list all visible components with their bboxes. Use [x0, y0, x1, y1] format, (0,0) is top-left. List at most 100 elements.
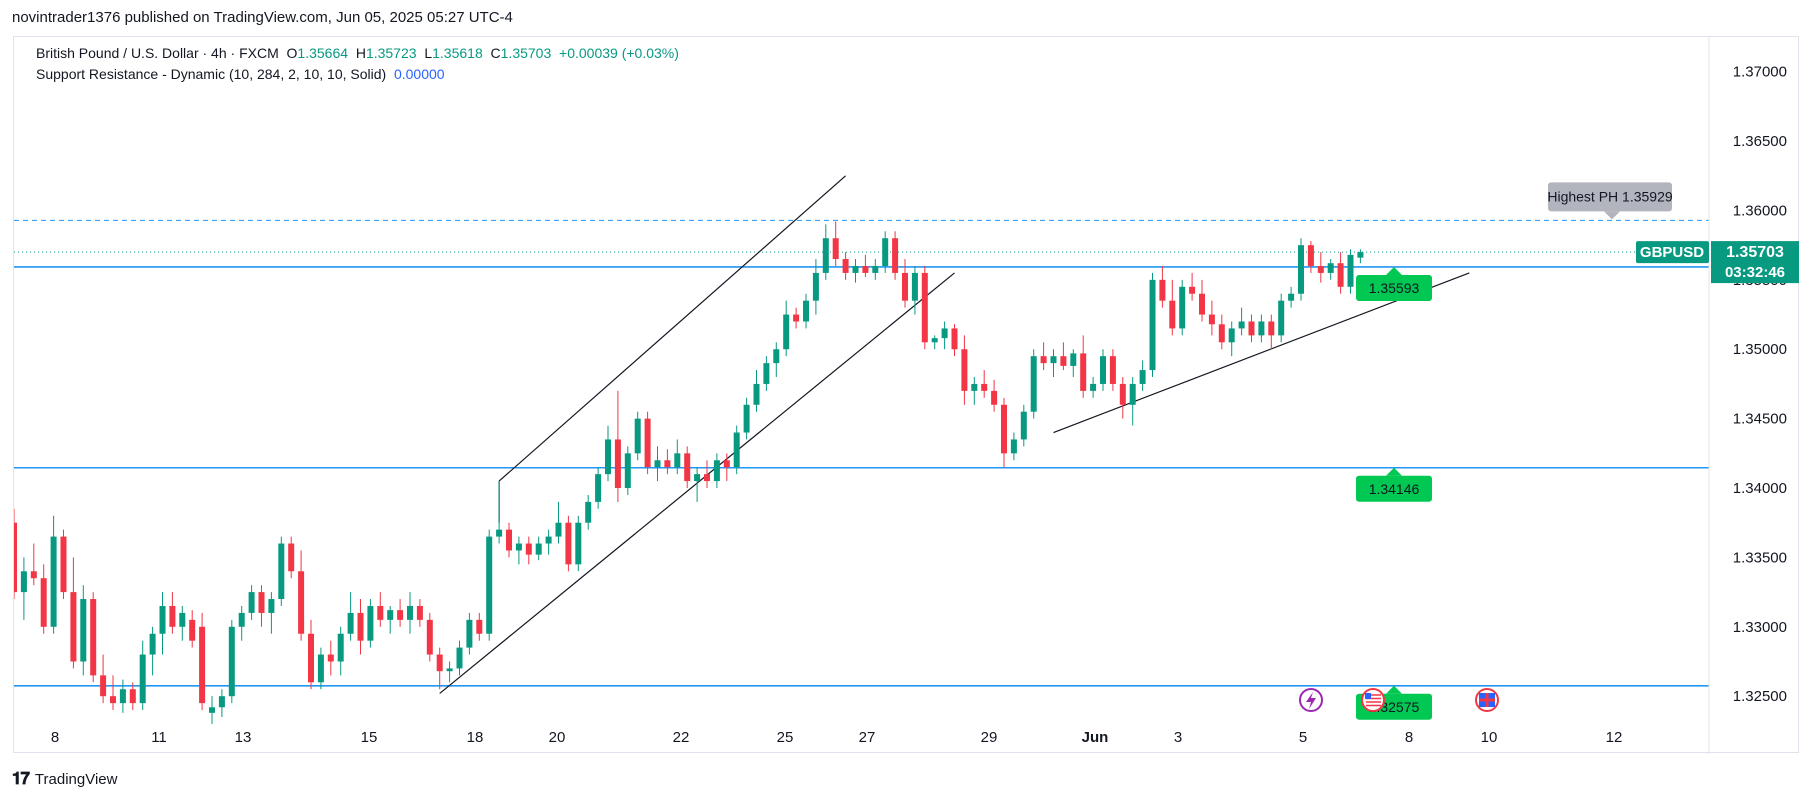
candle: [733, 425, 740, 475]
candle-body: [506, 529, 512, 551]
candle-body: [1030, 356, 1037, 412]
chart-frame[interactable]: 1.35593 1.34146 1.32575 Highest PH 1.35929 …: [13, 36, 1800, 754]
candle: [466, 612, 473, 655]
x-tick-label: 27: [859, 729, 876, 746]
candle-body: [872, 265, 879, 273]
candle-body: [70, 592, 77, 662]
candle: [951, 324, 958, 357]
candle-body: [921, 272, 928, 343]
candle: [1248, 314, 1255, 343]
candle-body: [387, 610, 394, 620]
candle-body: [882, 238, 889, 266]
candle-body: [90, 599, 97, 676]
candle-body: [209, 707, 215, 713]
candle: [30, 543, 37, 586]
tradingview-logo-icon: 𝟏𝟕: [12, 769, 30, 788]
candle: [317, 647, 324, 690]
candle: [803, 293, 809, 329]
candle-body: [565, 522, 572, 565]
candle-body: [783, 314, 790, 350]
candle-body: [377, 605, 384, 620]
candle: [1258, 314, 1265, 343]
candle-body: [278, 543, 285, 600]
candle-body: [1208, 314, 1215, 325]
price-chart[interactable]: 1.355931.341461.32575Highest PH 1.35929 …: [14, 37, 1800, 754]
y-tick-label: 1.37000: [1733, 64, 1787, 81]
candle-body: [139, 654, 146, 704]
candle: [446, 661, 453, 683]
candle: [1040, 342, 1047, 371]
candle-body: [1337, 263, 1344, 287]
candle-body: [199, 626, 206, 704]
candle: [1129, 377, 1136, 426]
candle-body: [694, 474, 701, 482]
candle: [139, 640, 146, 711]
candle-body: [1129, 383, 1136, 405]
candle-body: [119, 689, 126, 704]
candle-body: [862, 265, 869, 273]
candle: [535, 536, 542, 561]
candle: [1149, 272, 1156, 377]
indicator-name[interactable]: Support Resistance - Dynamic (10, 284, 2…: [36, 66, 386, 82]
candle-body: [149, 633, 156, 655]
candle-body: [308, 633, 314, 683]
candle-body: [753, 383, 760, 405]
level-label-pointer: [1386, 266, 1402, 275]
candle: [605, 425, 611, 482]
candle: [1298, 238, 1304, 301]
candle: [169, 592, 176, 634]
candle: [1119, 377, 1126, 419]
symbol-legend: British Pound / U.S. Dollar · 4h · FXCM …: [36, 45, 679, 61]
candle-body: [1139, 370, 1146, 384]
candle: [585, 494, 592, 530]
tradingview-footer[interactable]: 𝟏𝟕 TradingView: [12, 769, 117, 789]
candle: [119, 679, 126, 713]
candle: [1179, 279, 1186, 336]
candle-body: [941, 328, 948, 339]
candle: [783, 300, 790, 357]
candle-body: [60, 536, 67, 593]
candle-body: [951, 328, 958, 350]
candle-body: [426, 619, 433, 655]
candle-body: [1050, 356, 1057, 364]
highest-ph-text: Highest PH 1.35929: [1547, 188, 1673, 204]
candle-body: [595, 474, 602, 502]
candle-body: [40, 578, 47, 627]
candle-body: [476, 619, 483, 634]
candle: [436, 647, 443, 690]
candle: [832, 221, 839, 266]
candle-body: [991, 390, 998, 405]
candle: [565, 515, 572, 572]
candle: [1159, 265, 1166, 308]
candle-body: [1268, 321, 1275, 336]
candle-body: [654, 460, 661, 468]
candle-body: [1298, 245, 1304, 294]
indicator-legend[interactable]: Support Resistance - Dynamic (10, 284, 2…: [36, 66, 445, 82]
candle: [575, 515, 582, 572]
candle: [238, 605, 245, 641]
candle: [179, 605, 186, 641]
symbol-line[interactable]: British Pound / U.S. Dollar · 4h · FXCM: [36, 45, 279, 61]
channel-upper-line: [498, 175, 846, 482]
countdown-text: 03:32:46: [1725, 264, 1785, 281]
x-tick-label: 22: [673, 729, 690, 746]
candle-body: [525, 543, 532, 555]
candle: [1228, 321, 1235, 357]
candle-body: [218, 696, 225, 708]
candle: [1020, 404, 1027, 447]
candle: [1050, 349, 1057, 377]
candle-body: [466, 619, 473, 648]
indicator-value: 0.00000: [393, 66, 445, 82]
candle-body: [397, 610, 404, 620]
candle: [1278, 293, 1285, 343]
candle: [278, 536, 285, 606]
candle-body: [238, 612, 245, 627]
x-tick-label: 8: [1405, 729, 1413, 746]
candle: [941, 321, 948, 350]
close-value: 1.35703: [500, 45, 552, 61]
x-tick-label: 10: [1481, 729, 1498, 746]
candle: [1268, 314, 1275, 350]
candle: [595, 467, 602, 509]
candle-body: [14, 522, 17, 593]
candle: [793, 307, 800, 329]
